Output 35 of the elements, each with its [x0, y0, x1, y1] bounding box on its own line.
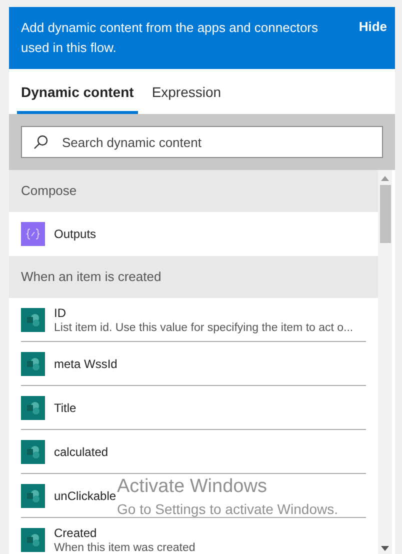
- scroll-up-icon[interactable]: [381, 175, 389, 181]
- section-header: When an item is created: [9, 256, 378, 298]
- sharepoint-icon: [21, 484, 45, 508]
- item-description: When this item was created: [54, 542, 196, 554]
- banner-text: Add dynamic content from the apps and connectors used in this flow.: [21, 19, 320, 57]
- item-name: Title: [54, 400, 76, 414]
- item-name: Outputs: [54, 227, 96, 241]
- section-header: Compose: [9, 170, 378, 212]
- sharepoint-icon: [21, 528, 45, 552]
- item-name: ID: [54, 306, 67, 320]
- item-name: Created: [54, 526, 98, 540]
- item-description: List item id. Use this value for specifying the item to act o...: [54, 322, 354, 334]
- activation-notice-title: Activate Windows: [117, 476, 268, 498]
- dynamic-content-item[interactable]: Created When this item was created: [21, 518, 366, 554]
- sharepoint-icon: [21, 396, 45, 420]
- search-field[interactable]: Search dynamic content: [21, 126, 383, 158]
- dynamic-content-item[interactable]: meta WssId: [21, 342, 366, 386]
- activation-notice-text: Go to Settings to activate Windows.: [117, 501, 338, 517]
- hide-button[interactable]: Hide: [358, 19, 387, 34]
- search-icon: [33, 134, 49, 150]
- scroll-down-icon[interactable]: [381, 546, 389, 552]
- tab[interactable]: Expression: [148, 69, 226, 114]
- item-name: unClickable: [54, 488, 116, 502]
- sharepoint-icon: [21, 308, 45, 332]
- sharepoint-icon: [21, 440, 45, 464]
- dynamic-content-item[interactable]: Outputs: [21, 212, 366, 256]
- compose-icon: [21, 222, 45, 246]
- item-name: calculated: [54, 444, 108, 458]
- scrollbar[interactable]: [378, 170, 392, 554]
- dynamic-content-item[interactable]: calculated: [21, 430, 366, 474]
- sharepoint-icon: [21, 352, 45, 376]
- dynamic-content-item[interactable]: Title: [21, 386, 366, 430]
- dynamic-content-item[interactable]: ID List item id. Use this value for specifying the item to act o...: [21, 298, 366, 342]
- scroll-thumb[interactable]: [380, 185, 390, 243]
- item-name: meta WssId: [54, 356, 118, 370]
